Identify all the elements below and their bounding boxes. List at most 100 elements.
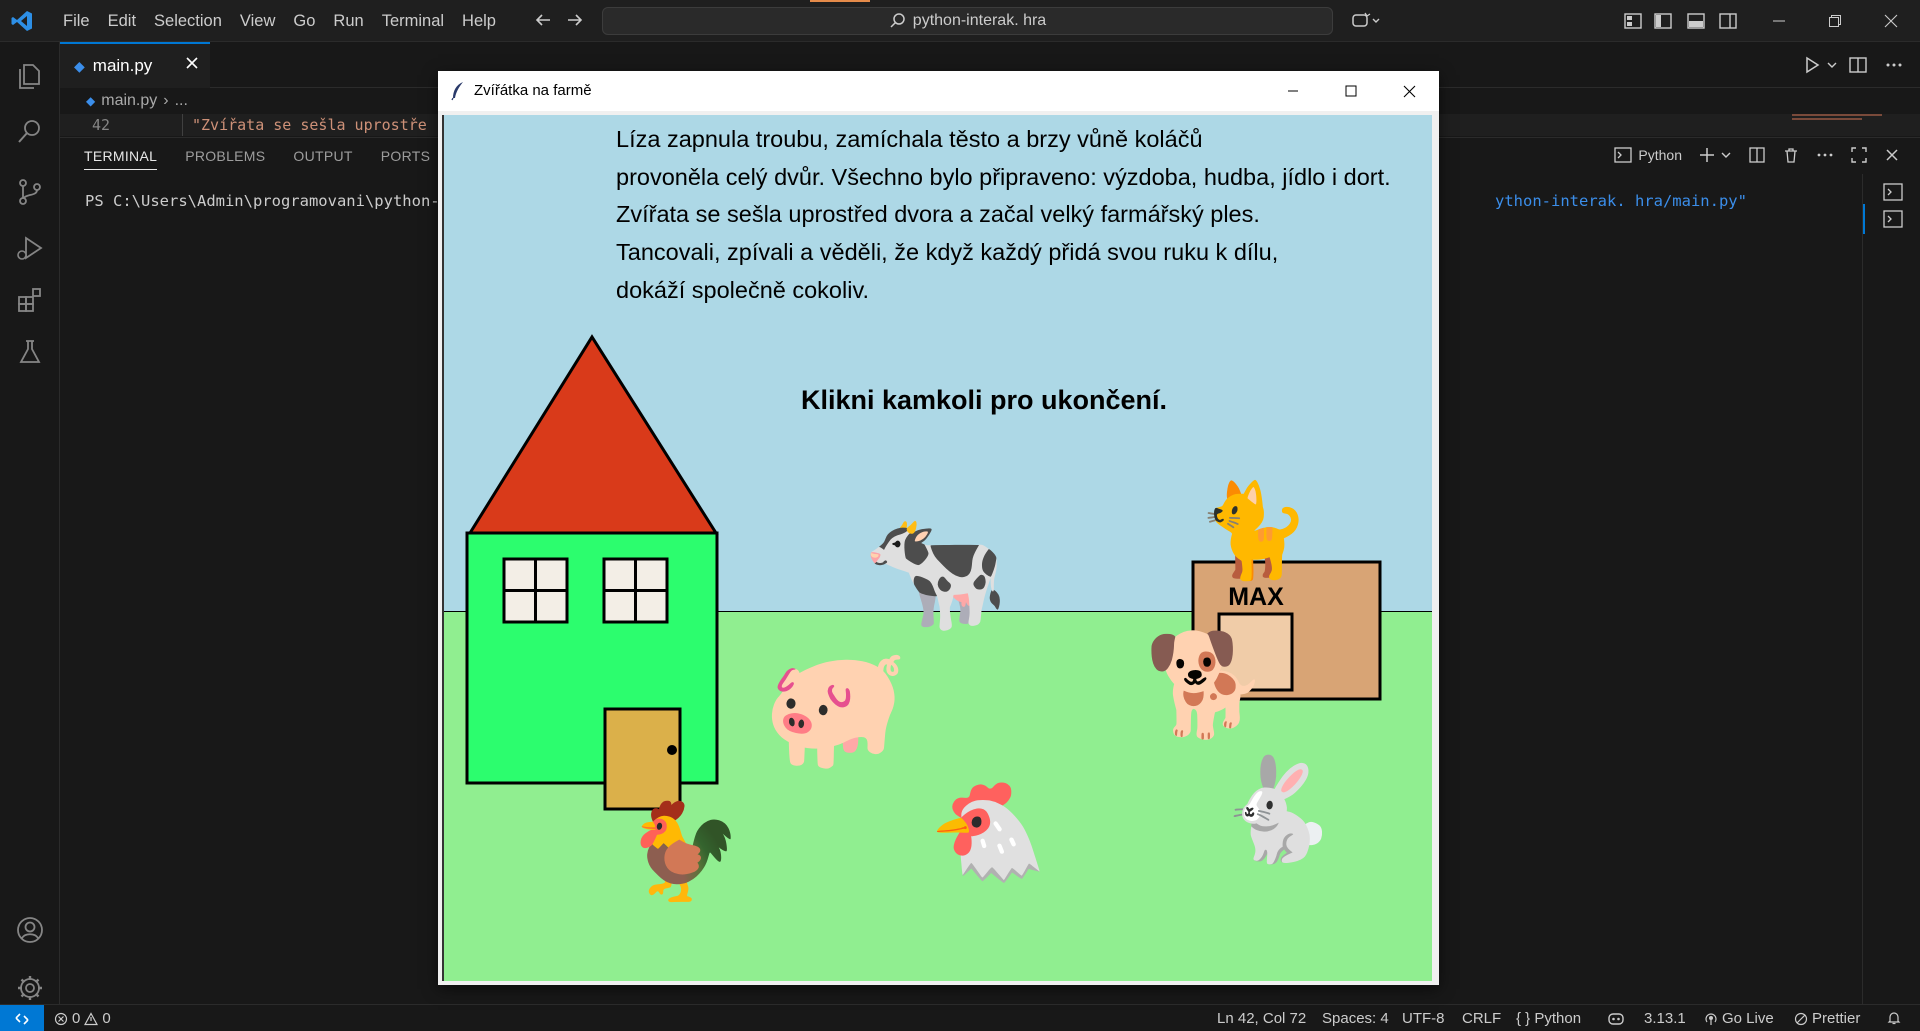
tk-maximize-button[interactable] — [1322, 71, 1380, 111]
accounts-icon[interactable] — [14, 914, 46, 946]
prettier-icon — [1794, 1012, 1808, 1025]
maximize-panel-icon[interactable] — [1850, 146, 1868, 164]
menu-terminal[interactable]: Terminal — [373, 6, 453, 36]
dog-emoji: 🐕 — [1144, 626, 1269, 743]
error-count: 0 — [72, 1010, 81, 1027]
trash-icon[interactable] — [1782, 146, 1800, 164]
close-panel-icon[interactable] — [1884, 147, 1900, 163]
breadcrumb-symbol[interactable]: ... — [175, 92, 188, 110]
tab-ports[interactable]: PORTS — [381, 138, 430, 174]
activity-bar — [0, 42, 60, 1004]
search-icon — [890, 13, 905, 28]
back-arrow-icon[interactable] — [532, 9, 554, 31]
menu-help[interactable]: Help — [453, 6, 505, 36]
python-file-icon: ◆ — [74, 57, 85, 74]
terminal-instance-icon[interactable] — [1883, 182, 1903, 202]
tab-main-py[interactable]: ◆ main.py — [60, 42, 210, 88]
broadcast-icon — [1705, 1012, 1717, 1025]
terminal-command-tail[interactable]: ython-interak. hra/main.py" — [1495, 192, 1747, 210]
tk-window-title: Zvířátka na farmě — [474, 82, 592, 99]
indent-guide — [182, 114, 183, 136]
chevron-down-icon[interactable] — [1720, 149, 1732, 161]
tk-close-button[interactable] — [1380, 71, 1438, 111]
tab-output[interactable]: OUTPUT — [293, 138, 352, 174]
testing-icon[interactable] — [14, 336, 46, 368]
run-debug-icon[interactable] — [14, 232, 46, 264]
search-view-icon[interactable] — [14, 116, 46, 148]
new-terminal-icon[interactable] — [1698, 146, 1716, 164]
go-live-button[interactable]: Go Live — [1704, 1010, 1774, 1027]
chevron-down-icon[interactable] — [1826, 59, 1838, 71]
menu-run[interactable]: Run — [324, 6, 372, 36]
menu-file[interactable]: File — [54, 6, 99, 36]
line-endings[interactable]: CRLF — [1462, 1010, 1501, 1027]
explorer-icon[interactable] — [14, 60, 46, 92]
house-door — [603, 707, 682, 811]
forward-arrow-icon[interactable] — [564, 9, 586, 31]
chicken-emoji: 🐔 — [929, 777, 1048, 887]
close-icon — [1884, 14, 1898, 28]
close-tab-icon[interactable] — [184, 55, 200, 71]
split-editor-icon[interactable] — [1848, 55, 1868, 75]
python-file-icon: ◆ — [86, 94, 96, 108]
settings-gear-icon[interactable] — [14, 972, 46, 1004]
rooster-emoji: 🐓 — [624, 797, 743, 907]
error-icon — [54, 1012, 68, 1025]
command-center-search[interactable]: python-interak. hra — [602, 7, 1333, 35]
restore-icon — [1829, 15, 1841, 27]
tk-minimize-button[interactable] — [1264, 71, 1322, 111]
menu-edit[interactable]: Edit — [99, 6, 145, 36]
breadcrumb: ◆ main.py › ... — [86, 92, 188, 110]
warning-count: 0 — [102, 1010, 111, 1027]
split-terminal-icon[interactable] — [1748, 146, 1766, 164]
tab-label: main.py — [92, 56, 153, 75]
tab-terminal[interactable]: TERMINAL — [84, 138, 158, 170]
panel-tab-bar: TERMINAL PROBLEMS OUTPUT PORTS — [84, 138, 430, 174]
restore-button[interactable] — [1806, 0, 1864, 42]
minimap[interactable] — [1792, 112, 1900, 126]
more-actions-icon[interactable] — [1884, 55, 1904, 75]
copilot-icon[interactable] — [1351, 11, 1381, 31]
command-center-label: python-interak. hra — [912, 12, 1047, 29]
minimize-button[interactable] — [1750, 0, 1808, 42]
remote-indicator[interactable] — [0, 1005, 44, 1031]
cow-emoji: 🐄 — [862, 501, 1009, 639]
customize-layout-icon[interactable] — [1623, 11, 1643, 31]
indentation[interactable]: Spaces: 4 — [1322, 1010, 1389, 1027]
problems-indicator[interactable]: 0 0 — [54, 1010, 111, 1027]
more-actions-icon[interactable] — [1816, 146, 1834, 164]
extensions-icon[interactable] — [14, 284, 46, 316]
status-bar: 0 0 Ln 42, Col 72 Spaces: 4 UTF-8 CRLF {… — [0, 1004, 1920, 1031]
run-python-file-icon[interactable] — [1802, 55, 1822, 75]
toggle-primary-sidebar-icon[interactable] — [1653, 11, 1673, 31]
tk-title-bar[interactable]: Zvířátka na farmě — [438, 71, 1439, 111]
toggle-panel-icon[interactable] — [1686, 11, 1706, 31]
terminal-icon — [1614, 147, 1633, 163]
menu-view[interactable]: View — [231, 6, 284, 36]
terminal-prompt[interactable]: PS C:\Users\Admin\programovani\python-i — [85, 192, 449, 210]
close-icon — [1403, 85, 1415, 97]
python-version[interactable]: 3.13.1 — [1644, 1010, 1686, 1027]
house-window-right — [602, 557, 669, 624]
terminal-instance-icon[interactable] — [1883, 209, 1903, 229]
prettier-label: Prettier — [1812, 1010, 1861, 1027]
house-window-left — [502, 557, 569, 624]
source-control-icon[interactable] — [14, 176, 46, 208]
language-label: Python — [1534, 1010, 1582, 1027]
menu-selection[interactable]: Selection — [145, 6, 231, 36]
kennel-label: MAX — [1228, 583, 1284, 611]
breadcrumb-file[interactable]: main.py — [101, 92, 157, 110]
terminal-profile-button[interactable]: Python — [1614, 146, 1682, 164]
encoding[interactable]: UTF-8 — [1402, 1010, 1445, 1027]
language-mode[interactable]: { } Python — [1516, 1010, 1581, 1027]
close-window-button[interactable] — [1862, 0, 1920, 42]
notifications-bell-icon[interactable] — [1886, 1010, 1902, 1026]
menu-go[interactable]: Go — [284, 6, 324, 36]
cat-emoji: 🐈 — [1196, 477, 1311, 584]
toggle-secondary-sidebar-icon[interactable] — [1718, 11, 1738, 31]
farm-canvas[interactable]: Líza zapnula troubu, zamíchala těsto a b… — [442, 115, 1432, 981]
copilot-status-icon[interactable] — [1607, 1011, 1625, 1027]
tab-problems[interactable]: PROBLEMS — [185, 138, 265, 174]
prettier-status[interactable]: Prettier — [1794, 1010, 1860, 1027]
cursor-position[interactable]: Ln 42, Col 72 — [1217, 1010, 1306, 1027]
